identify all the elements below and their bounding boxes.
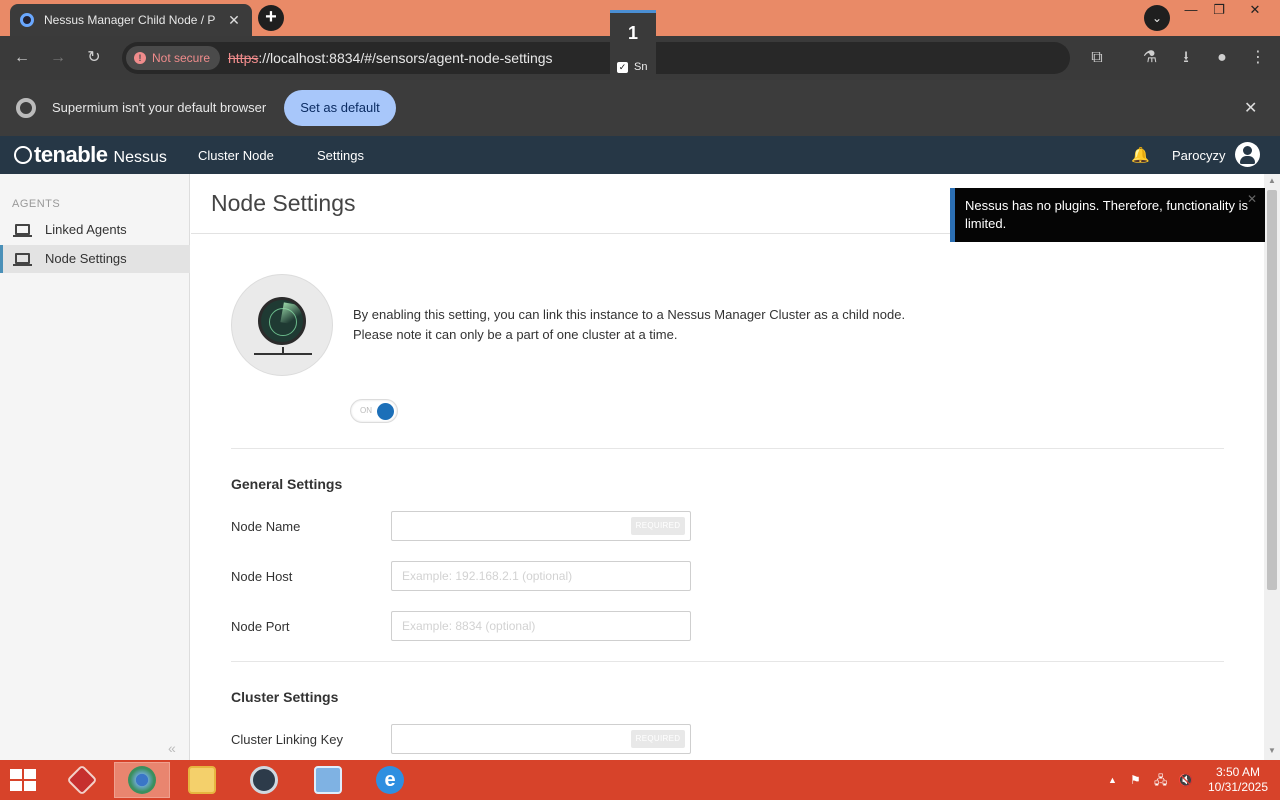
windows-taskbar: e ▲ ⚑ 🖧 🔇 3:50 AM 10/31/2025 [0, 760, 1280, 800]
sidebar-heading: AGENTS [12, 198, 61, 210]
snap-overlay: 1 ✓ Sn [610, 10, 656, 80]
node-host-label: Node Host [231, 569, 293, 584]
notifications-bell-icon[interactable]: 🔔 [1131, 146, 1150, 164]
warning-icon: ! [134, 52, 146, 64]
set-default-button[interactable]: Set as default [284, 90, 396, 126]
sidebar: AGENTS Linked Agents Node Settings [0, 174, 190, 760]
node-name-label: Node Name [231, 519, 301, 534]
nav-cluster-node[interactable]: Cluster Node [198, 148, 274, 163]
overlay-checkbox[interactable]: ✓ Sn [617, 61, 647, 73]
tab-search-button[interactable]: ⌄ [1144, 5, 1170, 31]
url-path: ://localhost:8834/#/sensors/agent-node-s… [258, 50, 553, 66]
tray-volume-icon[interactable]: 🔇 [1178, 760, 1193, 800]
user-name[interactable]: Parocyzy [1172, 148, 1225, 163]
divider [231, 661, 1224, 662]
toggle-label: ON [360, 406, 372, 415]
description-line: Please note it can only be a part of one… [353, 327, 678, 342]
taskbar-chrome-icon[interactable] [114, 762, 170, 798]
taskbar-clock[interactable]: 3:50 AM 10/31/2025 [1206, 765, 1270, 795]
overlay-checkbox-label: Sn [634, 61, 648, 73]
scrollbar-thumb[interactable] [1267, 190, 1277, 590]
new-tab-button[interactable]: + [258, 5, 284, 31]
scroll-up-icon[interactable]: ▲ [1268, 176, 1276, 185]
page-title: Node Settings [211, 190, 356, 216]
tray-network-icon[interactable]: 🖧 [1154, 760, 1167, 800]
required-badge: REQUIRED [631, 517, 685, 535]
infobar-close-icon[interactable]: ✕ [1244, 98, 1257, 118]
overlay-number: 1 [627, 23, 638, 43]
window-minimize-button[interactable]: — [1176, 0, 1206, 22]
cluster-settings-heading: Cluster Settings [231, 689, 339, 705]
node-port-input[interactable] [391, 611, 691, 641]
divider [231, 448, 1224, 449]
url-scheme: https [228, 50, 259, 66]
tab-close-icon[interactable]: ✕ [226, 12, 242, 29]
laptop-icon [13, 253, 32, 266]
node-port-label: Node Port [231, 619, 290, 634]
sidebar-item-label: Linked Agents [45, 222, 127, 237]
plugins-warning-toast: Nessus has no plugins. Therefore, functi… [950, 188, 1265, 242]
laptop-icon [13, 224, 32, 237]
forward-button[interactable]: → [46, 46, 70, 70]
sidebar-item-label: Node Settings [45, 251, 127, 266]
window-restore-button[interactable]: ❐ [1204, 0, 1234, 22]
taskbar-nessus-icon[interactable] [236, 762, 292, 798]
download-icon[interactable]: ⭳ [1174, 46, 1198, 70]
toast-message: Nessus has no plugins. Therefore, functi… [965, 198, 1249, 231]
tray-expand-icon[interactable]: ▲ [1108, 760, 1117, 800]
radar-scope [258, 297, 306, 345]
node-host-input[interactable] [391, 561, 691, 591]
tab-favicon-icon [20, 13, 34, 27]
sidebar-item-node-settings[interactable]: Node Settings [0, 245, 190, 273]
taskbar-internet-explorer-icon[interactable]: e [362, 762, 418, 798]
page-scrollbar[interactable]: ▲ ▼ [1264, 174, 1280, 760]
radar-base [254, 353, 312, 355]
clock-time: 3:50 AM [1215, 765, 1261, 779]
tab-title: Nessus Manager Child Node / P [44, 13, 216, 27]
required-badge: REQUIRED [631, 730, 685, 748]
app-header: tenable Nessus Cluster Node Settings 🔔 P… [0, 136, 1280, 174]
tenable-logo-icon [14, 146, 32, 164]
tenable-logo[interactable]: tenable Nessus [14, 142, 167, 168]
radar-icon [231, 274, 333, 376]
description-line: By enabling this setting, you can link t… [353, 307, 906, 322]
browser-logo-icon [16, 98, 36, 118]
taskbar-file-explorer-icon[interactable] [174, 762, 230, 798]
security-label: Not secure [152, 51, 211, 65]
url-text[interactable]: https://localhost:8834/#/sensors/agent-n… [228, 50, 553, 66]
cluster-linking-key-label: Cluster Linking Key [231, 732, 343, 747]
main-content: Node Settings By enabling this setting, … [191, 174, 1264, 760]
nav-settings[interactable]: Settings [317, 148, 364, 163]
user-avatar-icon[interactable] [1235, 142, 1260, 167]
profile-icon[interactable]: ● [1210, 46, 1234, 70]
toast-close-icon[interactable]: ✕ [1247, 190, 1257, 208]
reload-button[interactable]: ↻ [82, 46, 106, 70]
back-button[interactable]: ← [10, 46, 34, 70]
taskbar-acrobat-icon[interactable] [54, 762, 110, 798]
default-browser-infobar: Supermium isn't your default browser Set… [0, 80, 1280, 136]
sidebar-item-linked-agents[interactable]: Linked Agents [0, 216, 190, 244]
cluster-child-toggle[interactable]: ON [350, 399, 398, 423]
sidebar-collapse-icon[interactable]: « [168, 740, 176, 756]
taskbar-control-panel-icon[interactable] [300, 762, 356, 798]
start-button-icon[interactable] [10, 769, 38, 793]
clock-date: 10/31/2025 [1207, 780, 1269, 794]
cluster-description: By enabling this setting, you can link t… [353, 305, 905, 345]
extensions-icon[interactable]: ⧉ [1085, 46, 1109, 70]
browser-menu-icon[interactable]: ⋮ [1246, 46, 1270, 70]
window-close-button[interactable]: ✕ [1240, 0, 1270, 22]
checkmark-icon: ✓ [617, 61, 628, 73]
product-name: Nessus [113, 149, 167, 166]
browser-tab[interactable]: Nessus Manager Child Node / P ✕ [10, 4, 252, 36]
labs-icon[interactable]: ⚗ [1138, 46, 1162, 70]
tray-flag-icon[interactable]: ⚑ [1130, 760, 1141, 800]
brand-name: tenable [34, 142, 108, 167]
security-chip[interactable]: ! Not secure [126, 46, 221, 70]
infobar-message: Supermium isn't your default browser [52, 100, 267, 115]
general-settings-heading: General Settings [231, 476, 343, 492]
toggle-knob [377, 403, 394, 420]
scroll-down-icon[interactable]: ▼ [1268, 746, 1276, 755]
